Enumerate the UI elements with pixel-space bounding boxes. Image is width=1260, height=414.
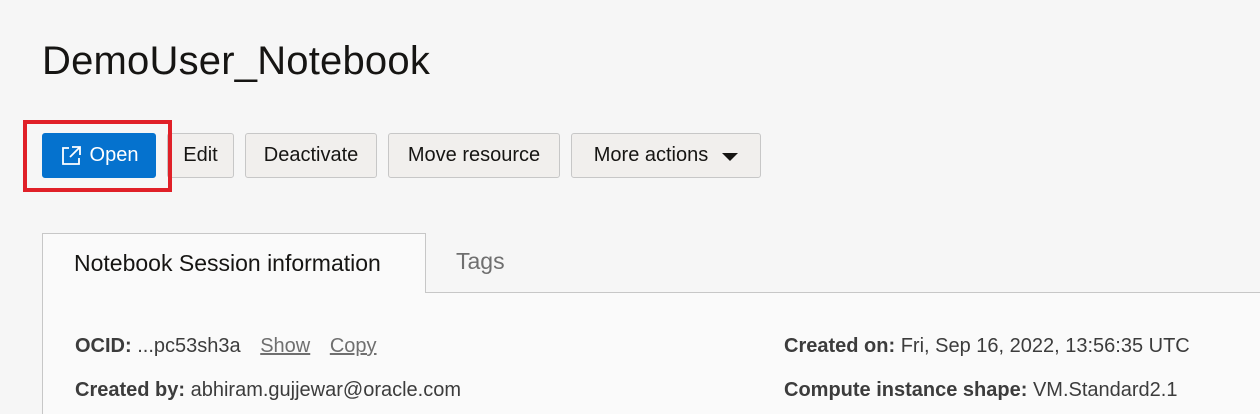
move-resource-button[interactable]: Move resource — [388, 133, 560, 178]
created-by-value: abhiram.gujjewar@oracle.com — [190, 379, 462, 401]
more-actions-label: More actions — [593, 144, 709, 166]
details-panel: OCID: ...pc53sh3a Show Copy Created by: … — [42, 292, 1260, 414]
open-button[interactable]: Open — [42, 133, 156, 178]
created-by-label: Created by: — [75, 379, 186, 401]
action-toolbar: Open Edit Deactivate Move resource More … — [42, 133, 772, 178]
tab-tags[interactable]: Tags — [456, 248, 505, 275]
ocid-field: OCID: ...pc53sh3a Show Copy — [75, 335, 377, 358]
copy-ocid-link[interactable]: Copy — [330, 335, 377, 357]
tabs-divider — [425, 292, 1260, 293]
created-on-label: Created on: — [784, 335, 896, 357]
compute-shape-label: Compute instance shape: — [784, 379, 1028, 401]
show-ocid-link[interactable]: Show — [260, 335, 310, 357]
compute-shape-field: Compute instance shape: VM.Standard2.1 — [784, 379, 1177, 402]
page-title: DemoUser_Notebook — [42, 39, 431, 83]
open-button-label: Open — [89, 144, 139, 166]
created-on-value: Fri, Sep 16, 2022, 13:56:35 UTC — [900, 335, 1190, 357]
more-actions-button[interactable]: More actions — [571, 133, 761, 178]
edit-button[interactable]: Edit — [167, 133, 234, 178]
tab-notebook-session-information[interactable]: Notebook Session information — [42, 233, 426, 293]
ocid-value: ...pc53sh3a — [137, 335, 241, 357]
ocid-label: OCID: — [75, 335, 132, 357]
external-link-icon — [61, 145, 81, 165]
created-by-field: Created by: abhiram.gujjewar@oracle.com — [75, 379, 461, 402]
created-on-field: Created on: Fri, Sep 16, 2022, 13:56:35 … — [784, 335, 1190, 358]
caret-down-icon — [722, 152, 739, 161]
compute-shape-value: VM.Standard2.1 — [1032, 379, 1178, 401]
deactivate-button[interactable]: Deactivate — [245, 133, 377, 178]
